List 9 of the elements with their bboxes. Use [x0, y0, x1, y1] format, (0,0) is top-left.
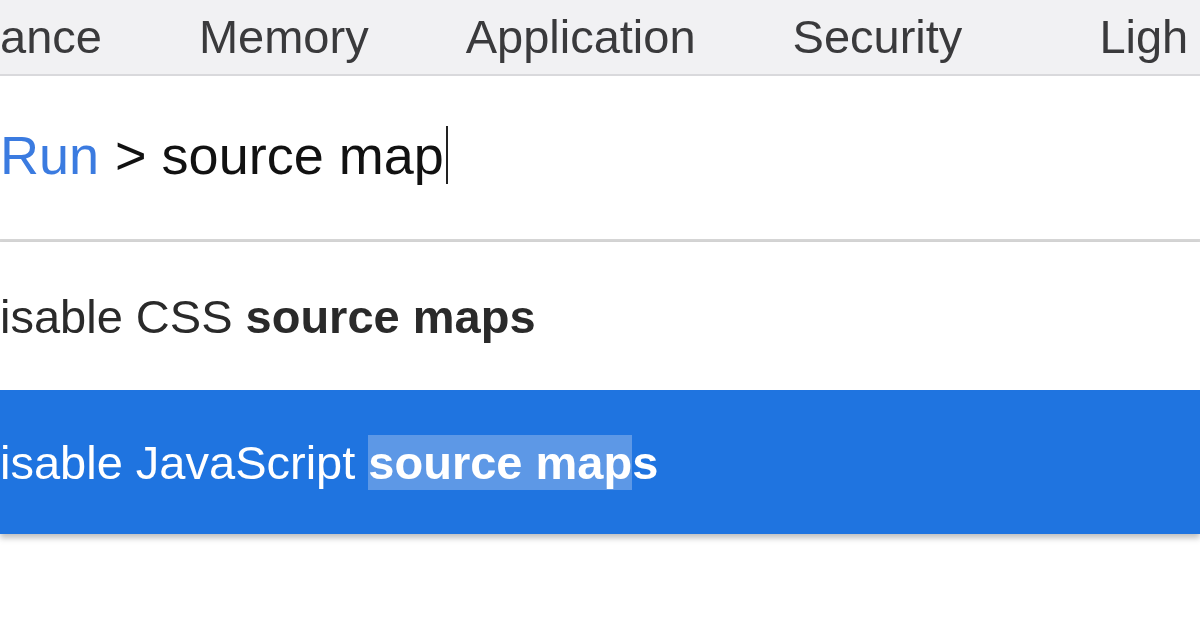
tab[interactable]: Security — [792, 4, 963, 70]
command-result-item[interactable]: isable CSS source maps — [0, 242, 1200, 390]
tab[interactable]: Application — [465, 4, 696, 70]
tab[interactable]: ance — [0, 4, 102, 70]
tab[interactable]: Ligh — [1099, 4, 1189, 70]
command-result-item[interactable]: isable JavaScript source maps — [0, 390, 1200, 534]
command-input[interactable]: > source map — [115, 114, 1200, 195]
prompt-label: Run — [0, 123, 100, 186]
tab[interactable]: Memory — [198, 4, 369, 70]
